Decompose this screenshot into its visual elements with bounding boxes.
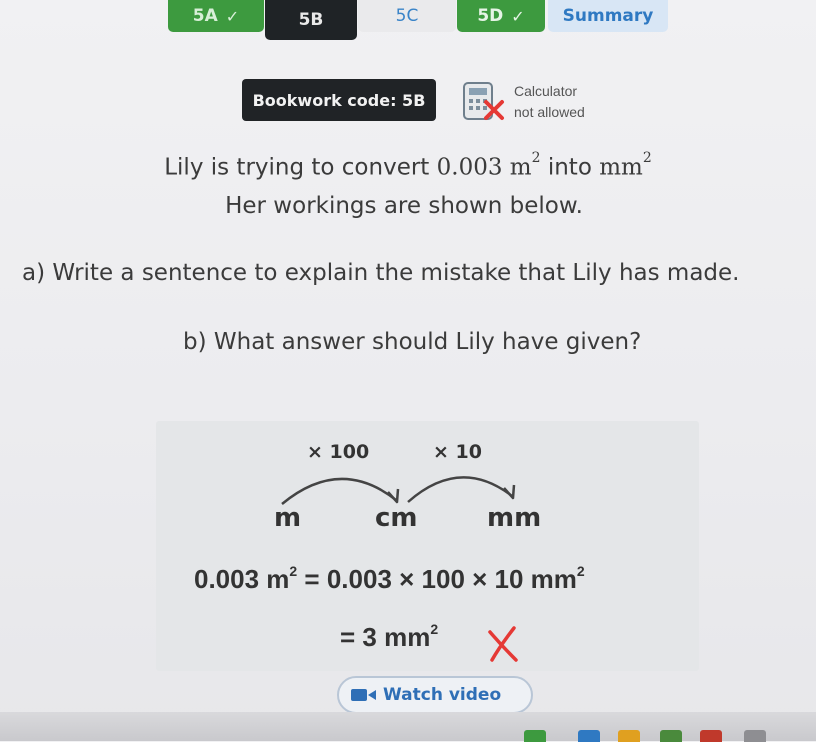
tab-5c[interactable]: 5C bbox=[358, 0, 456, 32]
question-prompt-line2: Her workings are shown below. bbox=[225, 193, 583, 219]
tab-label: 5A bbox=[192, 6, 218, 26]
working-equation: 0.003 m2 = 0.003 × 100 × 10 mm2 bbox=[194, 563, 585, 594]
calculator-not-allowed-icon bbox=[463, 82, 504, 120]
question-a: a) Write a sentence to explain the mista… bbox=[22, 260, 740, 286]
taskbar-app-icon[interactable] bbox=[744, 730, 766, 742]
unit-label: mm bbox=[487, 503, 542, 533]
unit-label: m bbox=[274, 503, 302, 533]
question-prompt: Lily is trying to convert 0.003 m2 into … bbox=[164, 150, 652, 181]
tab-label: 5D bbox=[477, 6, 504, 26]
taskbar-app-icon[interactable] bbox=[524, 730, 546, 742]
wrong-cross-icon bbox=[488, 626, 518, 662]
watch-video-label: Watch video bbox=[383, 685, 502, 705]
question-b: b) What answer should Lily have given? bbox=[183, 329, 642, 355]
unit-label: cm bbox=[375, 503, 418, 533]
working-result: = 3 mm2 bbox=[340, 621, 439, 652]
bookwork-code-label: Bookwork code: 5B bbox=[252, 90, 426, 110]
taskbar-app-icon[interactable] bbox=[660, 730, 682, 742]
taskbar-app-icon[interactable] bbox=[578, 730, 600, 742]
taskbar-app-icon[interactable] bbox=[618, 730, 640, 742]
multiplier-label: × 10 bbox=[433, 441, 482, 463]
video-camera-icon bbox=[351, 689, 376, 701]
tab-label: 5B bbox=[298, 10, 324, 30]
calculator-notice: Calculator not allowed bbox=[514, 83, 585, 120]
taskbar bbox=[0, 712, 816, 741]
tab-5b[interactable]: 5B bbox=[265, 0, 357, 40]
tab-label: Summary bbox=[562, 6, 654, 26]
tab-5d[interactable]: 5D ✓ bbox=[457, 0, 545, 32]
tab-5a[interactable]: 5A ✓ bbox=[168, 0, 264, 32]
check-icon: ✓ bbox=[225, 6, 240, 26]
taskbar-app-icon[interactable] bbox=[700, 730, 722, 742]
watch-video-button[interactable]: Watch video bbox=[337, 676, 533, 714]
multiplier-label: × 100 bbox=[307, 441, 370, 463]
bookwork-code-badge: Bookwork code: 5B bbox=[242, 79, 436, 121]
tab-label: 5C bbox=[395, 6, 419, 26]
check-icon: ✓ bbox=[511, 6, 525, 26]
tab-summary[interactable]: Summary bbox=[548, 0, 668, 32]
